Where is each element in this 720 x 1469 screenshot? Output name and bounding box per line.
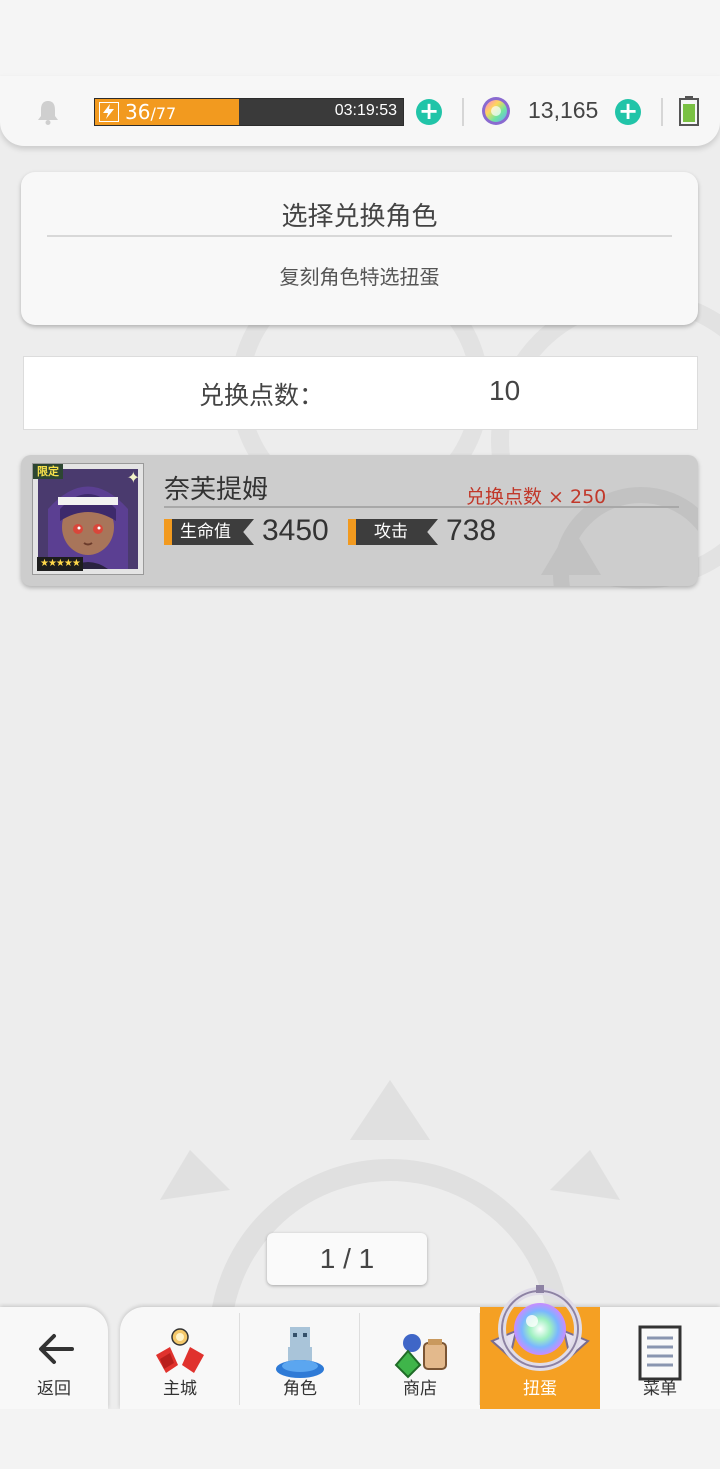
- divider: [462, 98, 464, 126]
- nav-character[interactable]: 角色: [240, 1307, 360, 1409]
- character-card[interactable]: 限定 ✦ ★★★★★ 奈芙提姆 兑换点数 × 250 生命值 3450 攻击 7…: [21, 455, 698, 586]
- divider: [661, 98, 663, 126]
- panel-divider: [47, 235, 672, 237]
- sparkle-icon: ✦: [126, 468, 140, 487]
- bottom-strip: [0, 1409, 720, 1469]
- nav-menu[interactable]: 菜单: [600, 1307, 720, 1409]
- main-city-icon: [156, 1328, 204, 1373]
- character-divider: [164, 506, 679, 508]
- character-art: [38, 469, 138, 569]
- panel-subtitle: 复刻角色特选扭蛋: [279, 265, 440, 289]
- arrow-left-icon: [39, 1334, 74, 1364]
- character-portrait[interactable]: 限定 ✦ ★★★★★: [32, 463, 144, 575]
- star-rating: ★★★★★: [37, 557, 83, 571]
- select-character-panel: 选择兑换角色 复刻角色特选扭蛋: [21, 172, 698, 325]
- nav-label: 主城: [163, 1379, 197, 1399]
- nav-shop[interactable]: 商店: [360, 1307, 480, 1409]
- back-label: 返回: [37, 1379, 71, 1399]
- gacha-orb-icon: [490, 1285, 590, 1371]
- stamina-max: 77: [155, 104, 177, 123]
- attack-label: 攻击: [348, 519, 438, 545]
- hp-label: 生命值: [164, 519, 254, 545]
- attack-value: 738: [446, 514, 497, 547]
- character-cost: 兑换点数 × 250: [466, 486, 607, 508]
- bottom-nav: 主城 角色 商店 扭蛋 菜单: [120, 1285, 720, 1409]
- back-button[interactable]: 返回: [0, 1307, 108, 1409]
- nav-main-city[interactable]: 主城: [120, 1307, 240, 1409]
- exchange-points-value: 10: [489, 375, 521, 406]
- limited-badge: 限定: [33, 464, 63, 479]
- page-indicator: 1 / 1: [267, 1233, 427, 1285]
- exchange-points-label: 兑换点数：: [199, 381, 325, 410]
- gem-icon: [482, 97, 510, 125]
- menu-list-icon: [638, 1325, 682, 1381]
- top-background: [0, 0, 720, 80]
- character-name: 奈芙提姆: [164, 475, 269, 505]
- status-bar: 36/77 03:19:53 + 13,165 +: [0, 76, 720, 146]
- hp-value: 3450: [262, 514, 329, 547]
- add-stamina-button[interactable]: +: [416, 99, 442, 125]
- nav-label: 商店: [403, 1379, 437, 1399]
- panel-title: 选择兑换角色: [281, 202, 438, 232]
- attack-label-text: 攻击: [374, 522, 408, 542]
- add-gem-button[interactable]: +: [615, 99, 641, 125]
- stamina-current: 36: [125, 100, 151, 124]
- battery-icon: [679, 96, 699, 126]
- character-icon: [276, 1327, 324, 1378]
- nav-label: 菜单: [643, 1379, 677, 1399]
- nav-label: 角色: [283, 1379, 317, 1399]
- bell-icon[interactable]: [34, 98, 62, 126]
- stamina-count: 36/77: [125, 100, 176, 124]
- stamina-timer: 03:19:53: [334, 102, 397, 119]
- nav-label: 扭蛋: [523, 1379, 557, 1399]
- shop-icon: [394, 1334, 447, 1379]
- lightning-icon: [99, 102, 119, 122]
- stamina-bar: 36/77 03:19:53: [94, 98, 404, 126]
- gem-count: 13,165: [528, 97, 599, 123]
- exchange-points-row: 兑换点数： 10: [23, 356, 698, 430]
- nav-gacha[interactable]: 扭蛋: [480, 1285, 600, 1409]
- hp-label-text: 生命值: [180, 522, 231, 542]
